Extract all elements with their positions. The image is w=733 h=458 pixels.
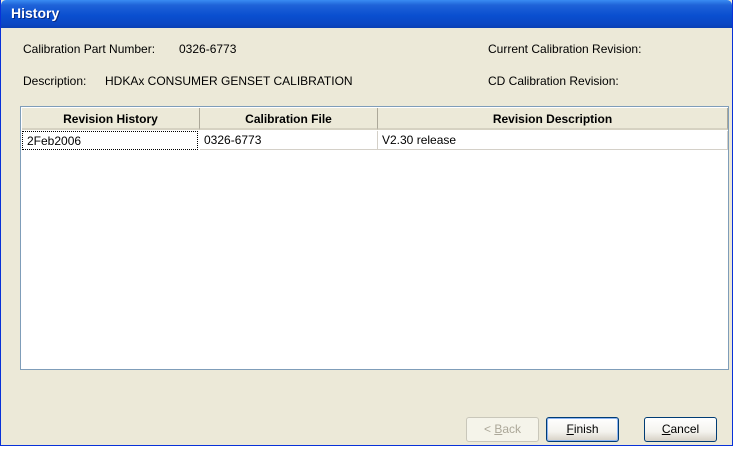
column-header-calibration-file[interactable]: Calibration File [200, 108, 378, 130]
current-revision-label: Current Calibration Revision: [488, 42, 642, 56]
revision-history-table[interactable]: Revision History Calibration File Revisi… [20, 106, 729, 370]
back-button-prefix: < [483, 422, 495, 436]
finish-button-label: inish [573, 422, 599, 436]
cancel-button-label: ancel [670, 422, 700, 436]
title-bar[interactable]: History [1, 0, 732, 28]
column-header-revision-history[interactable]: Revision History [22, 108, 200, 130]
finish-button[interactable]: Finish [546, 417, 619, 442]
description-label: Description: [23, 74, 87, 88]
part-number-value: 0326-6773 [179, 42, 237, 56]
table-cell-calibration-file[interactable]: 0326-6773 [200, 131, 378, 150]
back-button[interactable]: < Back [466, 417, 539, 442]
part-number-label: Calibration Part Number: [23, 42, 156, 56]
description-value: HDKAx CONSUMER GENSET CALIBRATION [105, 74, 353, 88]
table-cell-revision-history[interactable]: 2Feb2006 [22, 131, 198, 150]
cancel-button[interactable]: Cancel [644, 417, 717, 442]
back-button-label: ack [502, 422, 522, 436]
finish-button-accelerator: F [566, 422, 574, 436]
column-header-revision-description[interactable]: Revision Description [378, 108, 728, 130]
cd-revision-label: CD Calibration Revision: [488, 74, 619, 88]
history-dialog: History Calibration Part Number: 0326-67… [0, 0, 733, 446]
window-title: History [11, 5, 60, 21]
table-cell-revision-description[interactable]: V2.30 release [378, 131, 728, 150]
